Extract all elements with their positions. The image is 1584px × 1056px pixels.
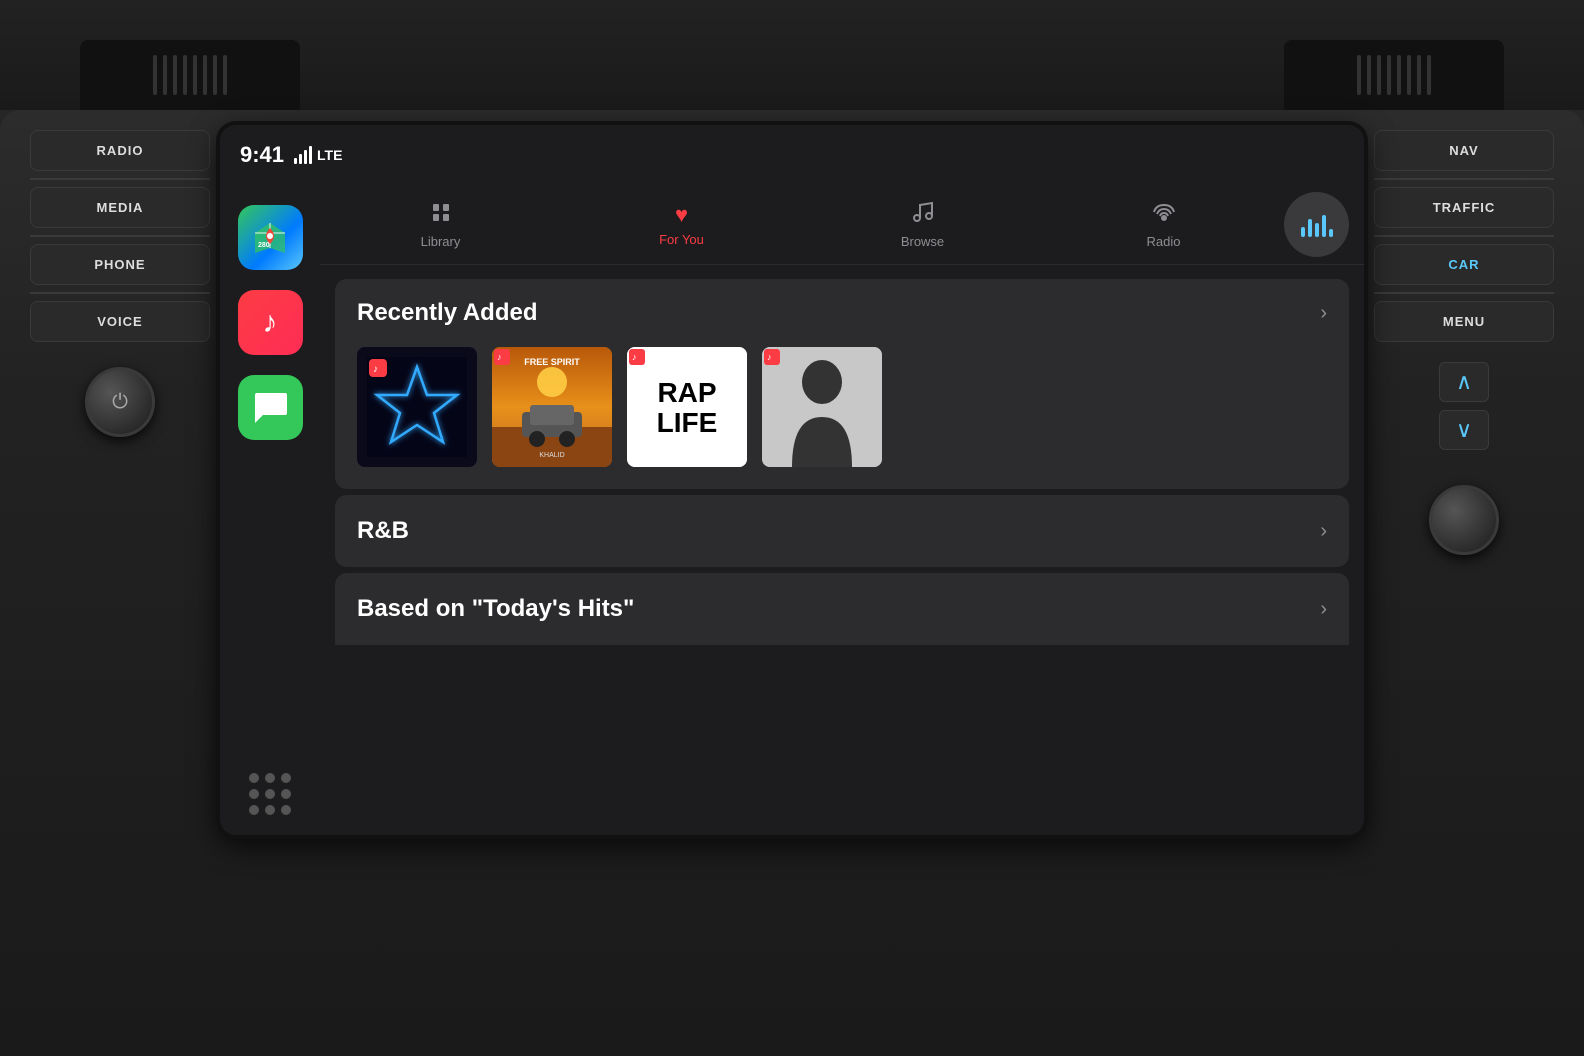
right-panel: NAV TRAFFIC CAR MENU ∧ ∨ [1374,130,1554,830]
car-button[interactable]: CAR [1374,244,1554,285]
traffic-button[interactable]: TRAFFIC [1374,187,1554,228]
app-grid-button[interactable] [249,773,291,815]
rnb-title: R&B [357,517,409,545]
arrow-down-icon: ∨ [1456,417,1472,443]
tab-for-you[interactable]: ♥ For You [561,194,802,255]
left-vent [80,40,300,110]
for-you-tab-label: For You [659,232,704,247]
power-icon: ⏻ [112,391,128,414]
album-row: ♪ [335,347,1349,489]
svg-text:LIFE: LIFE [657,407,718,438]
signal-area: LTE [294,146,342,164]
top-vents [0,0,1584,110]
svg-text:♪: ♪ [632,352,637,362]
nav-button[interactable]: NAV [1374,130,1554,171]
rnb-section-inner[interactable]: R&B › [335,495,1349,567]
for-you-icon: ♥ [675,202,688,228]
right-knob[interactable] [1429,485,1499,555]
based-on-section: Based on "Today's Hits" › [335,573,1349,645]
browse-icon [911,200,935,230]
left-panel: RADIO MEDIA PHONE VOICE ⏻ [30,130,210,830]
album-ghost[interactable]: ♪ [762,347,882,467]
svg-text:FREE SPIRIT: FREE SPIRIT [524,357,580,367]
recently-added-header[interactable]: Recently Added › [335,279,1349,347]
svg-text:♪: ♪ [373,364,378,375]
app-sidebar: 280 ♪ [220,185,320,835]
dashboard: RADIO MEDIA PHONE VOICE ⏻ NAV TRAFFIC CA… [0,110,1584,1056]
recently-added-chevron: › [1320,302,1327,325]
library-icon [429,200,453,230]
radio-tab-label: Radio [1147,234,1181,249]
scroll-up-button[interactable]: ∧ [1439,362,1489,402]
music-note-icon: ♪ [263,306,278,340]
maps-app-icon[interactable]: 280 [238,205,303,270]
album-rap-life[interactable]: RAP LIFE ♪ [627,347,747,467]
now-playing-button[interactable] [1284,192,1349,257]
album-dallas[interactable]: ♪ [357,347,477,467]
scroll-down-button[interactable]: ∨ [1439,410,1489,450]
tab-radio[interactable]: Radio [1043,192,1284,257]
status-bar: 9:41 LTE [220,125,1364,185]
media-button[interactable]: MEDIA [30,187,210,228]
rnb-chevron: › [1320,520,1327,543]
radio-button[interactable]: RADIO [30,130,210,171]
library-tab-label: Library [421,234,461,249]
svg-text:♪: ♪ [767,352,772,362]
right-vent [1284,40,1504,110]
signal-bars-icon [294,146,312,164]
svg-text:RAP: RAP [657,377,716,408]
based-on-chevron: › [1320,598,1327,621]
rnb-section: R&B › [335,495,1349,567]
nav-tabs: Library ♥ For You Browse [320,185,1364,265]
browse-tab-label: Browse [901,234,944,249]
time-display: 9:41 [240,142,284,168]
music-app-icon[interactable]: ♪ [238,290,303,355]
album-free-spirit[interactable]: FREE SPIRIT KHALID ♪ [492,347,612,467]
based-on-section-inner[interactable]: Based on "Today's Hits" › [335,573,1349,645]
lte-label: LTE [317,147,342,163]
svg-text:KHALID: KHALID [539,452,564,459]
equalizer-icon [1301,213,1333,237]
recently-added-section: Recently Added › [335,279,1349,489]
tab-browse[interactable]: Browse [802,192,1043,257]
recently-added-title: Recently Added [357,299,537,327]
left-knob[interactable]: ⏻ [85,367,155,437]
messages-app-icon[interactable] [238,375,303,440]
svg-text:♪: ♪ [497,352,502,362]
tab-library[interactable]: Library [320,192,561,257]
radio-tab-icon [1151,200,1177,230]
menu-button[interactable]: MENU [1374,301,1554,342]
nav-arrows: ∧ ∨ [1374,362,1554,450]
svg-text:280: 280 [258,242,270,249]
based-on-title: Based on "Today's Hits" [357,595,634,623]
phone-button[interactable]: PHONE [30,244,210,285]
content-area: Recently Added › [320,265,1364,835]
arrow-up-icon: ∧ [1456,369,1472,395]
voice-button[interactable]: VOICE [30,301,210,342]
center-screen: 9:41 LTE 280 [220,125,1364,835]
